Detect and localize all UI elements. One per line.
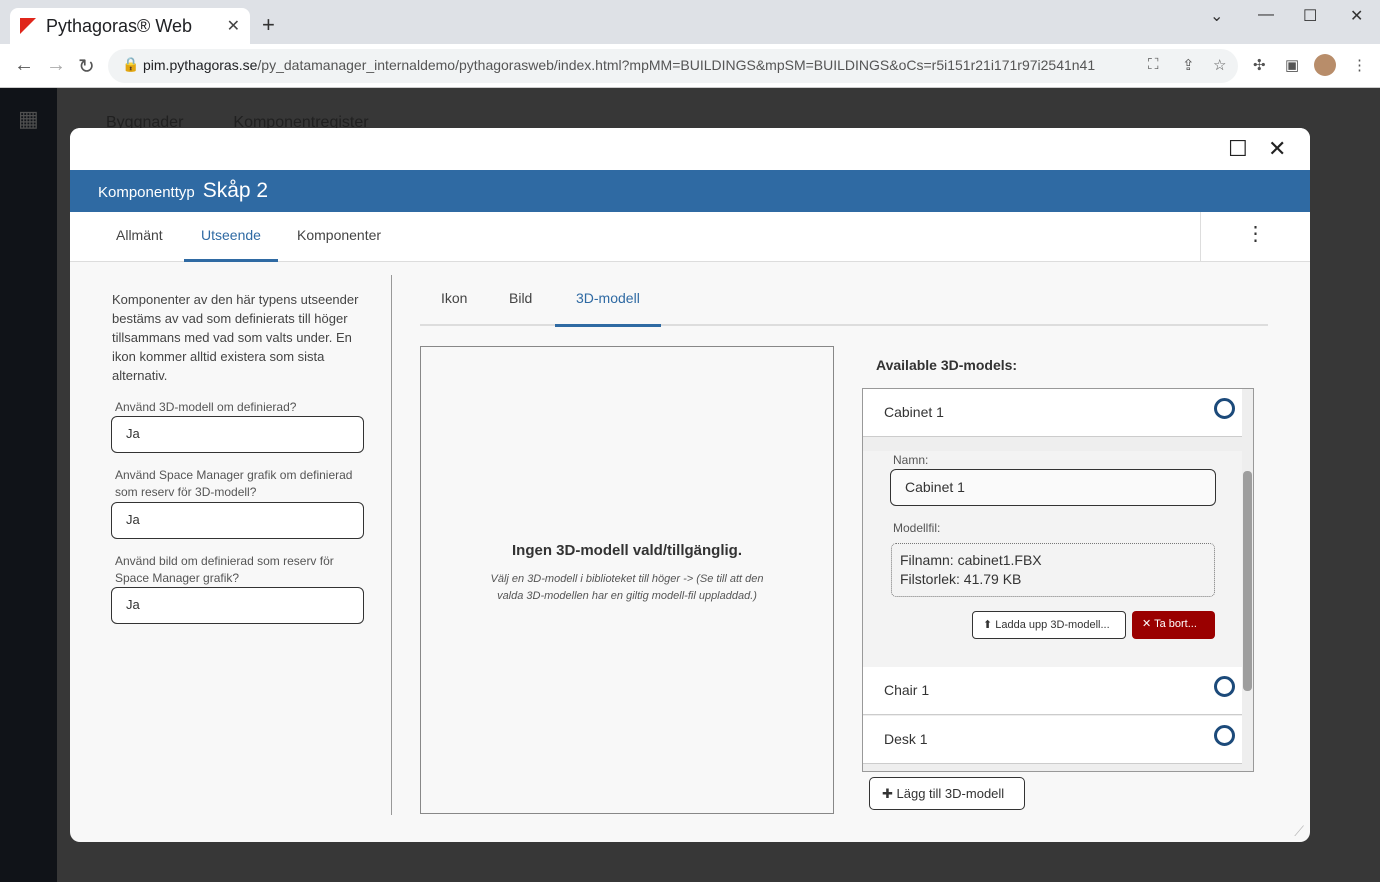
- radio-icon[interactable]: [1214, 725, 1235, 746]
- appearance-subtabs: Ikon Bild 3D-modell: [420, 276, 1268, 327]
- 3d-preview-area: Ingen 3D-modell vald/tillgänglig. Välj en…: [420, 346, 834, 814]
- url-path: /py_datamanager_internaldemo/pythagorasw…: [257, 57, 1096, 73]
- browser-tab[interactable]: Pythagoras® Web ✕: [10, 8, 250, 44]
- name-label: Namn:: [893, 453, 929, 467]
- field-label: Använd bild om definierad som reserv för…: [115, 554, 334, 585]
- new-tab-icon[interactable]: +: [262, 12, 275, 38]
- reload-icon[interactable]: ↻: [78, 54, 95, 79]
- tab-search-icon[interactable]: ⌄: [1210, 6, 1223, 26]
- appearance-description: Komponenter av den här typens utseender …: [112, 292, 359, 383]
- subtab-ikon[interactable]: Ikon: [420, 276, 488, 326]
- model-item-cabinet-1[interactable]: Cabinet 1: [863, 389, 1243, 437]
- minimize-icon[interactable]: —: [1258, 6, 1274, 24]
- model-detail: Namn: Cabinet 1 Modellfil: Filnamn: cabi…: [863, 451, 1243, 667]
- maximize-dialog-icon[interactable]: ☐: [1228, 136, 1248, 162]
- use-space-manager-select[interactable]: Ja: [111, 502, 364, 539]
- bookmark-star-icon[interactable]: ☆: [1213, 56, 1226, 74]
- add-label: Lägg till 3D-modell: [896, 786, 1005, 801]
- subtab-bild[interactable]: Bild: [488, 276, 553, 326]
- filesize: Filstorlek: 41.79 KB: [900, 571, 1022, 587]
- maximize-icon[interactable]: ☐: [1303, 6, 1317, 26]
- back-icon[interactable]: ←: [14, 54, 34, 77]
- resize-handle-icon[interactable]: ⟋: [1294, 823, 1304, 840]
- model-name: Chair 1: [884, 682, 930, 698]
- translate-icon[interactable]: ⛶: [1148, 56, 1159, 73]
- model-name: Cabinet 1: [884, 404, 944, 420]
- close-dialog-icon[interactable]: ✕: [1268, 136, 1286, 162]
- tab-allmant[interactable]: Allmänt: [99, 212, 180, 262]
- side-panel-icon[interactable]: ▣: [1285, 56, 1299, 74]
- upload-icon: ⬆: [983, 619, 996, 631]
- upload-3d-model-button[interactable]: ⬆ Ladda upp 3D-modell...: [972, 611, 1126, 639]
- tab-komponenter[interactable]: Komponenter: [280, 212, 398, 262]
- close-tab-icon[interactable]: ✕: [227, 16, 240, 36]
- url-host: pim.pythagoras.se: [143, 57, 258, 73]
- tab-utseende[interactable]: Utseende: [184, 212, 278, 262]
- field-label: Använd Space Manager grafik om definiera…: [115, 468, 353, 499]
- dialog-header: Komponenttyp Skåp 2: [70, 170, 1310, 212]
- use-3d-model-select[interactable]: Ja: [111, 416, 364, 453]
- subtab-3d-modell[interactable]: 3D-modell: [555, 276, 661, 327]
- divider: [391, 275, 392, 815]
- model-item-desk-1[interactable]: Desk 1: [863, 716, 1243, 764]
- forward-icon[interactable]: →: [46, 54, 66, 77]
- share-icon[interactable]: ⇪: [1182, 56, 1195, 74]
- pythagoras-logo-icon: [20, 18, 36, 34]
- filename: Filnamn: cabinet1.FBX: [900, 552, 1042, 568]
- close-window-icon[interactable]: ✕: [1350, 6, 1363, 26]
- type-label: Komponenttyp: [98, 184, 195, 201]
- browser-tabstrip: Pythagoras® Web ✕ + ⌄ — ☐ ✕: [0, 0, 1380, 44]
- add-3d-model-button[interactable]: ✚ Lägg till 3D-modell: [869, 777, 1025, 810]
- extensions-icon[interactable]: ✣: [1253, 56, 1266, 74]
- field-label: Använd 3D-modell om definierad?: [115, 400, 297, 414]
- available-models-label: Available 3D-models:: [876, 357, 1018, 373]
- radio-icon[interactable]: [1214, 676, 1235, 697]
- upload-label: Ladda upp 3D-modell...: [995, 619, 1110, 631]
- more-options-icon[interactable]: ⋮: [1200, 212, 1310, 262]
- model-file-label: Modellfil:: [893, 521, 941, 535]
- remove-button[interactable]: ✕ Ta bort...: [1132, 611, 1215, 639]
- close-x-icon: ✕: [1142, 618, 1155, 630]
- profile-avatar[interactable]: [1314, 54, 1336, 76]
- dialog-title: Skåp 2: [202, 179, 269, 202]
- model-name: Desk 1: [884, 731, 928, 747]
- scrollbar-thumb[interactable]: [1243, 471, 1252, 691]
- list-scrollbar[interactable]: [1242, 389, 1253, 771]
- lock-icon: 🔒: [122, 56, 140, 72]
- radio-icon[interactable]: [1214, 398, 1235, 419]
- menu-kebab-icon[interactable]: ⋮: [1352, 56, 1367, 74]
- dialog-tabs: Allmänt Utseende Komponenter ⋮: [70, 212, 1310, 262]
- model-file-info: Filnamn: cabinet1.FBX Filstorlek: 41.79 K…: [891, 543, 1215, 597]
- preview-title: Ingen 3D-modell vald/tillgänglig.: [511, 542, 743, 559]
- plus-icon: ✚: [882, 786, 897, 801]
- model-name-input[interactable]: Cabinet 1: [890, 469, 1216, 506]
- tab-title: Pythagoras® Web: [46, 15, 193, 36]
- remove-label: Ta bort...: [1154, 618, 1197, 630]
- url-input[interactable]: 🔒 pim.pythagoras.se/py_datamanager_intern…: [108, 49, 1238, 83]
- model-item-chair-1[interactable]: Chair 1: [863, 667, 1243, 715]
- preview-hint: Välj en 3D-modell i biblioteket till hög…: [490, 573, 764, 602]
- component-type-dialog: ☐ ✕ Komponenttyp Skåp 2 Allmänt Utseende K…: [70, 128, 1310, 842]
- use-image-select[interactable]: Ja: [111, 587, 364, 624]
- models-list: Cabinet 1 Namn: Cabinet 1 Modellfil: Fil…: [862, 388, 1254, 772]
